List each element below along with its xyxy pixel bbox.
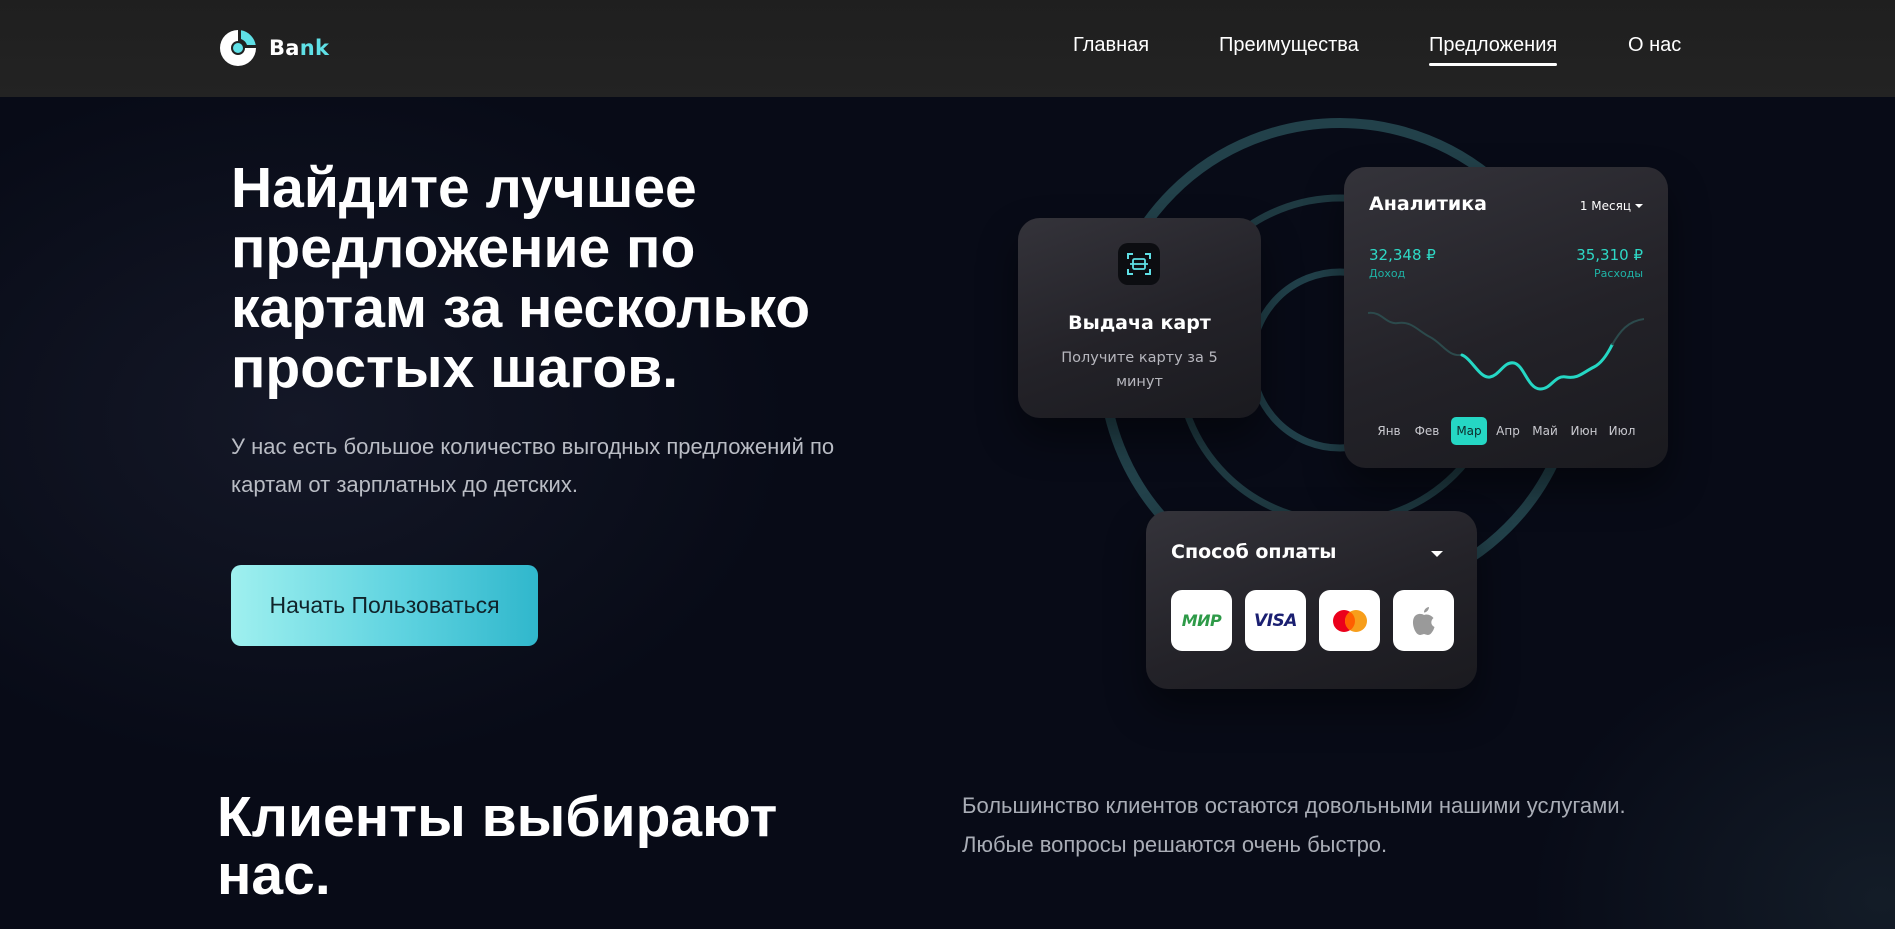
payment-option-mir[interactable]: МИР <box>1171 590 1232 651</box>
page: Bank Главная Преимущества Предложения О … <box>0 0 1895 929</box>
visa-logo: VISA <box>1254 610 1297 631</box>
month-may[interactable]: Май <box>1529 417 1561 445</box>
start-using-button[interactable]: Начать Пользоваться <box>231 565 538 646</box>
expense-value: 35,310 ₽ <box>1576 246 1643 264</box>
nav-item-about[interactable]: О нас <box>1628 34 1681 57</box>
period-label: 1 Месяц <box>1579 199 1631 213</box>
month-mar[interactable]: Мар <box>1451 417 1487 445</box>
card-issue-card[interactable]: Выдача карт Получите карту за 5 минут <box>1018 218 1261 418</box>
nav-item-advantages[interactable]: Преимущества <box>1219 34 1359 57</box>
month-apr[interactable]: Апр <box>1492 417 1524 445</box>
month-jul[interactable]: Июл <box>1606 417 1638 445</box>
hero-subtitle: У нас есть большое количество выгодных п… <box>231 434 835 497</box>
card-issue-title: Выдача карт <box>1068 312 1211 334</box>
chevron-down-icon[interactable] <box>1431 551 1443 557</box>
scan-card-icon <box>1118 243 1160 285</box>
top-nav-bar: Bank Главная Преимущества Предложения О … <box>0 0 1895 97</box>
payment-option-visa[interactable]: VISA <box>1245 590 1306 651</box>
expense-label: Расходы <box>1594 267 1643 280</box>
analytics-card: Аналитика 1 Месяц 32,348 ₽ Доход 35,310 … <box>1344 167 1668 468</box>
mir-logo: МИР <box>1181 611 1222 630</box>
month-feb[interactable]: Фев <box>1412 417 1442 445</box>
month-selector: Янв Фев Мар Апр Май Июн Июл <box>1374 417 1654 445</box>
analytics-line-chart <box>1368 311 1644 391</box>
hero-title: Найдите лучшее предложение по картам за … <box>231 156 811 400</box>
apple-logo <box>1412 606 1434 635</box>
analytics-title: Аналитика <box>1369 193 1487 215</box>
month-jan[interactable]: Янв <box>1374 417 1404 445</box>
main-nav: Главная Преимущества Предложения О нас <box>0 34 1895 74</box>
payment-option-mastercard[interactable] <box>1319 590 1380 651</box>
clients-title: Клиенты выбирают нас. <box>217 785 778 907</box>
chevron-down-icon <box>1635 204 1643 208</box>
payment-method-title: Способ оплаты <box>1171 541 1337 563</box>
income-value: 32,348 ₽ <box>1369 246 1436 264</box>
month-jun[interactable]: Июн <box>1567 417 1601 445</box>
clients-text: Большинство клиентов остаются довольными… <box>962 793 1626 857</box>
card-issue-text: Получите карту за 5 минут <box>1061 350 1218 390</box>
mastercard-logo <box>1332 609 1367 632</box>
nav-item-offers[interactable]: Предложения <box>1429 34 1558 66</box>
payment-option-apple-pay[interactable] <box>1393 590 1454 651</box>
period-dropdown[interactable]: 1 Месяц <box>1580 199 1643 213</box>
income-label: Доход <box>1369 267 1406 280</box>
payment-method-card: Способ оплаты МИР VISA <box>1146 511 1477 689</box>
nav-item-home[interactable]: Главная <box>1073 34 1149 57</box>
